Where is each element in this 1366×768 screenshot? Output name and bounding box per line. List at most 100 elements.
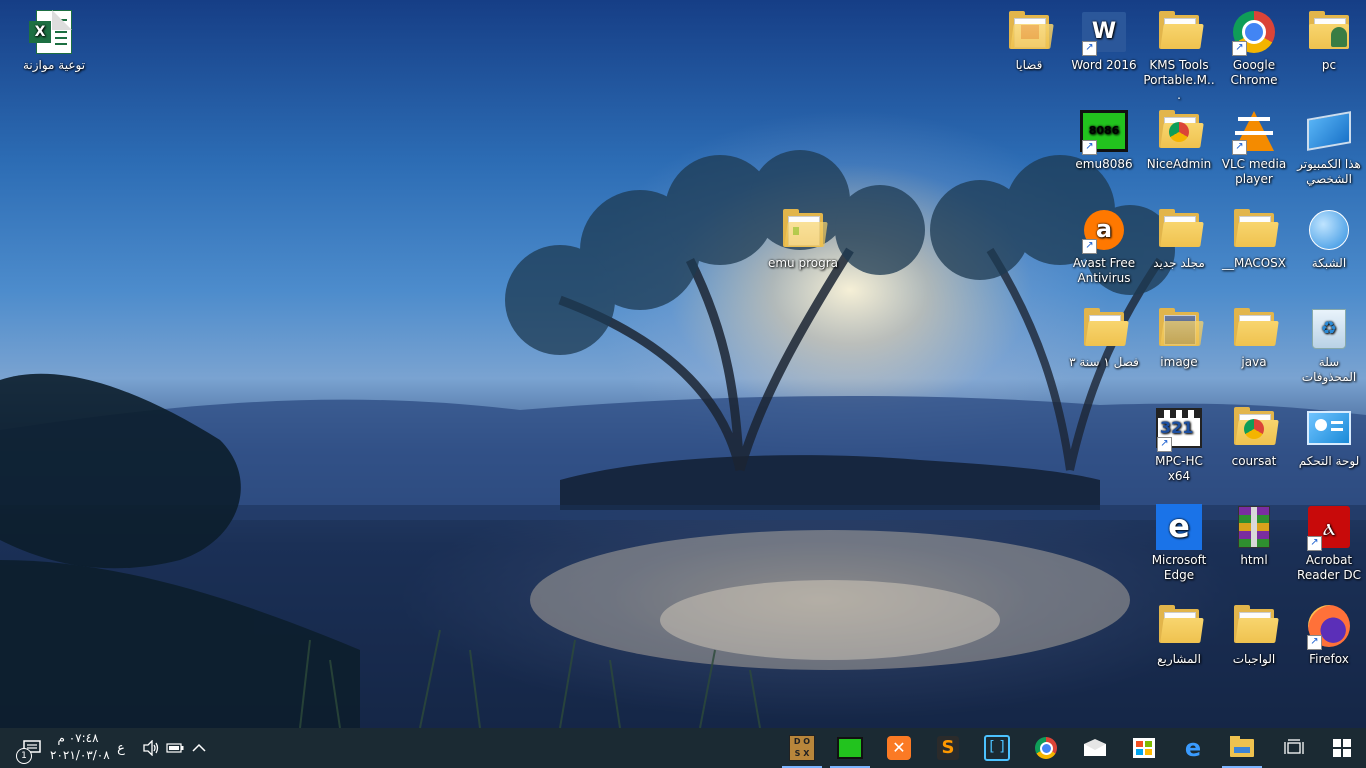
battery-button[interactable]	[164, 728, 186, 768]
desktop-icon-firefox[interactable]: ↗ Firefox	[1291, 602, 1366, 667]
folder-icon	[1230, 206, 1279, 254]
desktop-icon-acrobat[interactable]: ⲁ ↗ Acrobat Reader DC	[1291, 503, 1366, 583]
file-explorer-icon	[1230, 736, 1254, 757]
desktop-icon-new-folder[interactable]: مجلد جديد	[1141, 206, 1217, 271]
desktop-icon-niceadmin[interactable]: NiceAdmin	[1141, 107, 1217, 172]
computer-icon	[1305, 107, 1353, 155]
taskbar-chrome[interactable]	[1022, 728, 1070, 768]
dosbox-icon: D OS X	[789, 735, 815, 761]
action-center-button[interactable]: 1	[12, 728, 52, 768]
desktop-icon-html[interactable]: html	[1216, 503, 1292, 568]
desktop-icon-wajibat[interactable]: الواجبات	[1216, 602, 1292, 667]
volume-button[interactable]	[138, 728, 164, 768]
desktop-icon-this-pc[interactable]: هذا الكمبيوتر الشخصي	[1291, 107, 1366, 187]
desktop-icon-fasl[interactable]: فصل ١ سنة ٣	[1066, 305, 1142, 370]
folder-icon	[1155, 602, 1204, 650]
desktop-icon-macosx[interactable]: __MACOSX	[1216, 206, 1292, 271]
desktop-icon-mpc[interactable]: 321 ↗ MPC-HC x64	[1141, 404, 1217, 484]
taskbar-sublime[interactable]: S	[924, 728, 972, 768]
icon-label: KMS Tools Portable.M...	[1143, 58, 1215, 102]
desktop-icon-mashari[interactable]: المشاريع	[1141, 602, 1217, 667]
windows-start-icon	[1333, 739, 1351, 757]
shortcut-arrow-icon: ↗	[1232, 140, 1247, 155]
desktop-icon-vlc[interactable]: ↗ VLC media player	[1216, 107, 1292, 187]
battery-icon	[166, 743, 184, 753]
recycle-bin-icon: ♻	[1305, 305, 1353, 353]
folder-icon	[1080, 305, 1129, 353]
icon-label: الواجبات	[1232, 652, 1276, 666]
chrome-icon	[1035, 737, 1057, 759]
desktop-icon-recycle-bin[interactable]: ♻ سلة المحذوفات	[1291, 305, 1366, 385]
shortcut-arrow-icon: ↗	[1232, 41, 1247, 56]
folder-icon	[1155, 206, 1204, 254]
desktop-icon-excel[interactable]: X توعية موازنة	[16, 8, 92, 73]
taskbar-file-explorer[interactable]	[1218, 728, 1266, 768]
chrome-icon: ↗	[1230, 8, 1278, 56]
app-icon: [ ]	[984, 735, 1010, 761]
icon-label: قضايا	[1015, 58, 1043, 72]
icon-label: Avast Free Antivirus	[1072, 256, 1136, 285]
start-button[interactable]	[1318, 728, 1366, 768]
show-hidden-icons-button[interactable]	[188, 728, 210, 768]
desktop-icon-emu-progra[interactable]: emu progra	[765, 206, 841, 271]
desktop-icon-chrome[interactable]: ↗ Google Chrome	[1216, 8, 1292, 88]
icon-label: image	[1160, 355, 1198, 369]
desktop-icon-control-panel[interactable]: لوحة التحكم	[1291, 404, 1366, 469]
icon-label: Acrobat Reader DC	[1297, 553, 1361, 582]
desktop-icon-edge[interactable]: e Microsoft Edge	[1141, 503, 1217, 583]
edge-icon: e	[1155, 503, 1203, 551]
volume-icon	[143, 740, 159, 756]
shortcut-arrow-icon: ↗	[1307, 635, 1322, 650]
icon-label: emu8086	[1075, 157, 1133, 171]
icon-label: pc	[1321, 58, 1337, 72]
icon-label: Word 2016	[1071, 58, 1137, 72]
taskbar-emu8086[interactable]	[826, 728, 874, 768]
avast-icon: a ↗	[1080, 206, 1128, 254]
user-folder-icon	[1305, 8, 1353, 56]
shortcut-arrow-icon: ↗	[1082, 140, 1097, 155]
desktop-icon-qadaya[interactable]: قضايا	[991, 8, 1067, 73]
task-view-button[interactable]	[1270, 728, 1318, 768]
icon-label: __MACOSX	[1221, 256, 1286, 270]
desktop-icon-java[interactable]: java	[1216, 305, 1292, 370]
shortcut-arrow-icon: ↗	[1082, 41, 1097, 56]
acrobat-icon: ⲁ ↗	[1305, 503, 1353, 551]
desktop-icon-word[interactable]: W ↗ Word 2016	[1066, 8, 1142, 73]
excel-icon: X	[29, 8, 78, 56]
archive-icon	[1230, 503, 1278, 551]
shortcut-arrow-icon: ↗	[1157, 437, 1172, 452]
taskbar-mail[interactable]	[1071, 728, 1119, 768]
taskbar-store[interactable]	[1120, 728, 1168, 768]
image-folder-icon	[1155, 305, 1204, 353]
desktop-icon-coursat[interactable]: coursat	[1216, 404, 1292, 469]
emu8086-icon	[837, 737, 863, 759]
icon-label: java	[1241, 355, 1267, 369]
icon-label: فصل ١ سنة ٣	[1069, 355, 1139, 369]
desktop-icon-pc[interactable]: pc	[1291, 8, 1366, 73]
desktop-icon-avast[interactable]: a ↗ Avast Free Antivirus	[1066, 206, 1142, 286]
taskbar-dosbox[interactable]: D OS X	[778, 728, 826, 768]
sublime-icon: S	[937, 736, 959, 760]
desktop-icon-kms[interactable]: KMS Tools Portable.M...	[1141, 8, 1217, 103]
icon-label: html	[1240, 553, 1268, 567]
shortcut-arrow-icon: ↗	[1082, 239, 1097, 254]
network-globe-icon	[1305, 206, 1353, 254]
store-icon	[1133, 738, 1155, 758]
shortcut-arrow-icon: ↗	[1307, 536, 1322, 551]
icon-label: توعية موازنة	[22, 58, 86, 72]
firefox-icon: ↗	[1305, 602, 1353, 650]
notification-count-badge: 1	[16, 748, 32, 764]
word-icon: W ↗	[1080, 8, 1128, 56]
input-language-indicator[interactable]: ع	[110, 728, 132, 768]
taskbar-xampp[interactable]: ✕	[875, 728, 923, 768]
desktop-icon-network[interactable]: الشبكة	[1291, 206, 1366, 271]
desktop-icon-image[interactable]: image	[1141, 305, 1217, 370]
taskbar-app[interactable]: [ ]	[973, 728, 1021, 768]
icon-label: emu progra	[767, 256, 839, 270]
chrome-folder-icon	[1155, 107, 1204, 155]
taskbar-clock[interactable]: ٠٧:٤٨ م ٢٠٢١/٠٣/٠٨	[50, 730, 110, 764]
icon-label: Firefox	[1309, 652, 1349, 666]
folder-icon	[779, 206, 828, 254]
taskbar-edge[interactable]: e	[1169, 728, 1217, 768]
desktop-icon-emu8086[interactable]: 8086 ↗ emu8086	[1066, 107, 1142, 172]
